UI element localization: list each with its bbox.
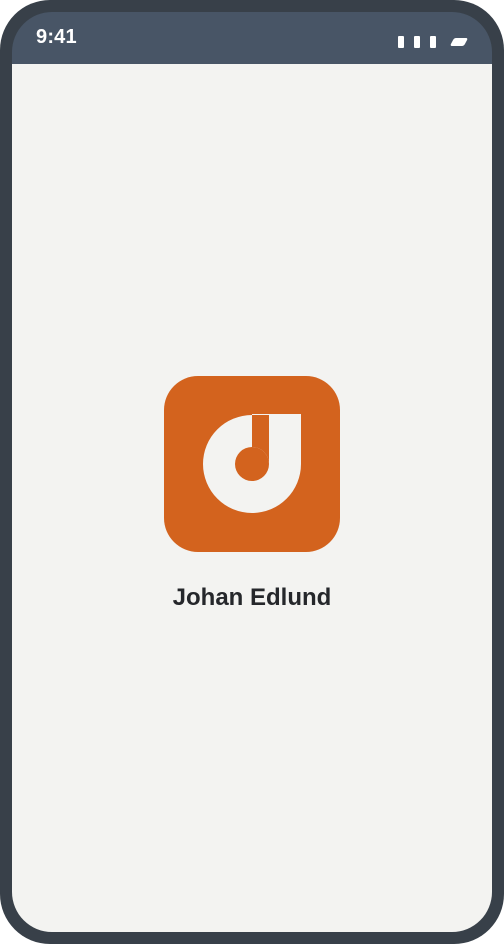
status-bar: 9:41 bbox=[12, 12, 492, 64]
signal-bar-icon bbox=[398, 36, 404, 48]
logo-glyph bbox=[203, 414, 301, 513]
phone-frame: 9:41 Johan Edlund bbox=[0, 0, 504, 944]
status-icons bbox=[398, 36, 469, 48]
app-screen: Johan Edlund bbox=[12, 64, 492, 932]
signal-bar-icon bbox=[414, 36, 420, 48]
signal-bar-icon bbox=[430, 36, 436, 48]
battery-icon bbox=[449, 38, 469, 46]
status-time: 9:41 bbox=[36, 26, 77, 48]
app-name: Johan Edlund bbox=[172, 584, 332, 611]
music-note-logo-icon[interactable] bbox=[164, 376, 340, 552]
